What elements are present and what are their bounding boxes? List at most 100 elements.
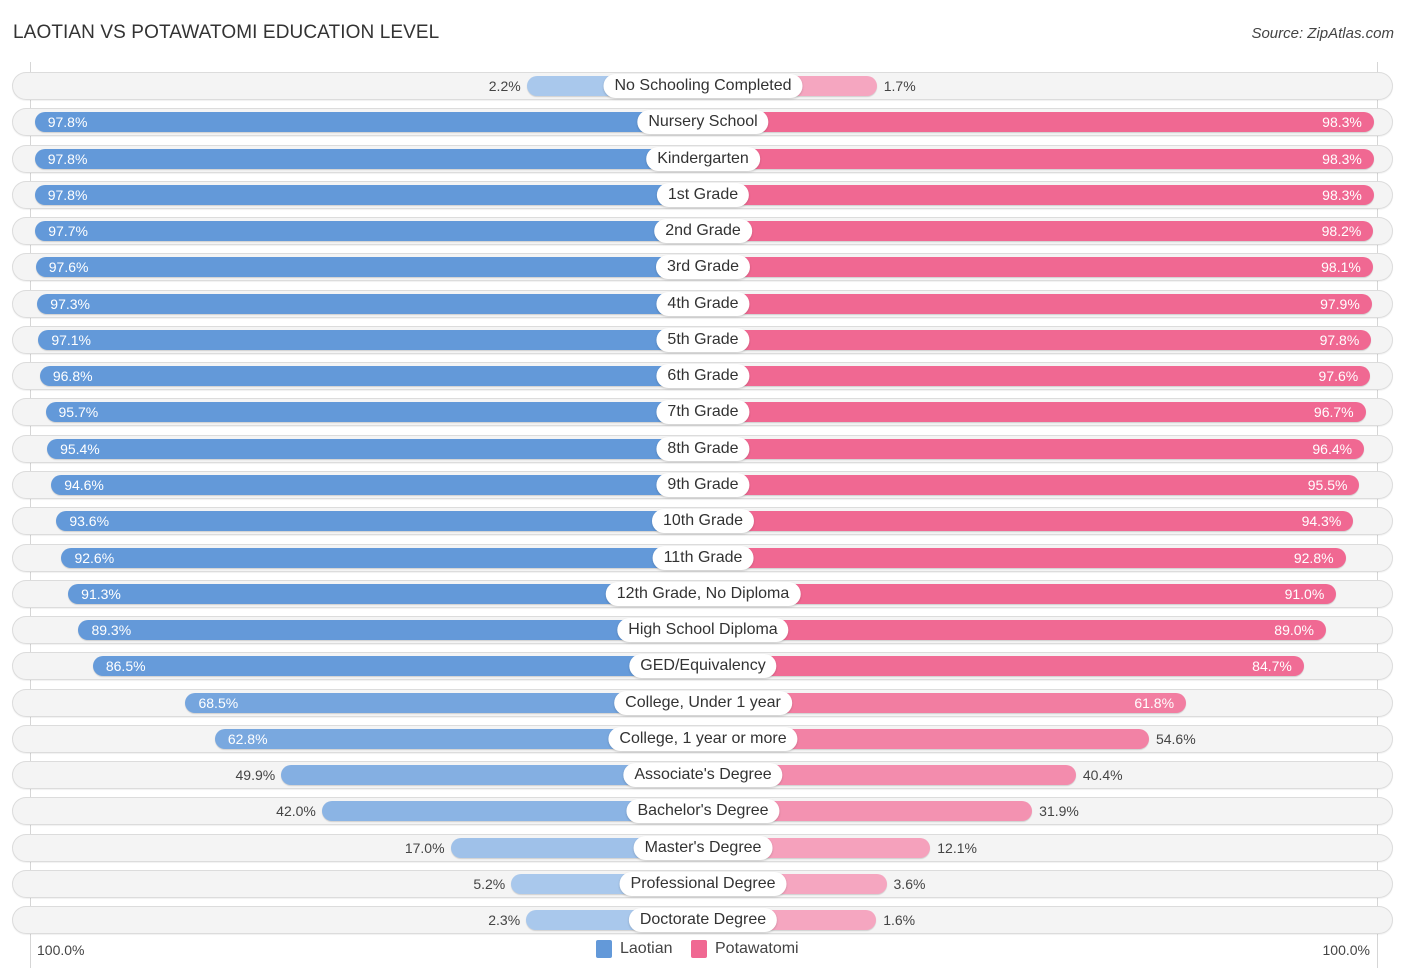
legend-item-laotian[interactable]: Laotian [596, 940, 673, 958]
bar-potawatomi[interactable] [703, 402, 1366, 423]
bar-laotian[interactable] [47, 438, 703, 459]
value-label-potawatomi: 1.6% [883, 912, 916, 929]
bar-potawatomi[interactable] [703, 293, 1372, 314]
category-label: 12th Grade, No Diploma [605, 581, 801, 606]
category-label: 3rd Grade [655, 255, 751, 280]
bar-potawatomi[interactable] [703, 221, 1374, 242]
bar-laotian[interactable] [78, 620, 703, 641]
source-credit: Source: ZipAtlas.com [1251, 25, 1394, 42]
value-label-potawatomi: 98.2% [1321, 223, 1362, 240]
bar-potawatomi[interactable] [703, 438, 1365, 459]
category-label: 9th Grade [656, 472, 750, 497]
value-label-potawatomi: 96.7% [1313, 404, 1354, 421]
value-label-laotian: 97.8% [47, 114, 88, 131]
value-label-potawatomi: 61.8% [1134, 694, 1175, 711]
category-label: 4th Grade [656, 291, 750, 316]
value-label-potawatomi: 91.0% [1284, 585, 1325, 602]
value-label-potawatomi: 97.9% [1320, 295, 1360, 312]
value-label-potawatomi: 98.3% [1322, 150, 1362, 167]
value-label-potawatomi: 97.6% [1318, 368, 1359, 385]
bar-potawatomi[interactable] [703, 184, 1374, 205]
value-label-laotian: 5.2% [473, 875, 506, 892]
category-label: 1st Grade [656, 182, 750, 207]
bar-potawatomi[interactable] [703, 474, 1360, 495]
value-label-potawatomi: 31.9% [1039, 803, 1079, 820]
value-label-potawatomi: 84.7% [1252, 658, 1292, 675]
value-label-potawatomi: 1.7% [883, 78, 916, 94]
category-label: 6th Grade [656, 364, 750, 389]
legend-label-laotian: Laotian [620, 940, 673, 957]
value-label-potawatomi: 98.3% [1322, 186, 1362, 203]
bar-laotian[interactable] [35, 221, 703, 242]
bar-laotian[interactable] [37, 293, 703, 314]
value-label-laotian: 62.8% [227, 730, 268, 747]
value-label-laotian: 97.1% [51, 331, 92, 348]
category-label: Professional Degree [619, 871, 787, 896]
category-label: College, 1 year or more [608, 726, 798, 751]
value-label-laotian: 42.0% [276, 803, 316, 820]
value-label-potawatomi: 89.0% [1274, 622, 1314, 639]
category-label: Bachelor's Degree [626, 799, 780, 824]
value-label-laotian: 97.6% [48, 259, 89, 276]
value-label-laotian: 97.8% [47, 186, 88, 203]
category-label: 5th Grade [656, 327, 750, 352]
value-label-laotian: 89.3% [91, 622, 132, 639]
bar-laotian[interactable] [39, 366, 703, 387]
legend-item-potawatomi[interactable]: Potawatomi [691, 940, 799, 958]
value-label-potawatomi: 3.6% [893, 875, 926, 892]
category-label: 2nd Grade [654, 219, 752, 244]
value-label-laotian: 97.7% [48, 223, 88, 240]
bar-laotian[interactable] [92, 656, 703, 677]
bar-laotian[interactable] [34, 148, 703, 169]
bar-potawatomi[interactable] [703, 620, 1326, 641]
value-label-laotian: 17.0% [404, 839, 445, 856]
bar-laotian[interactable] [34, 112, 703, 133]
category-label: 7th Grade [656, 400, 750, 425]
value-label-potawatomi: 98.1% [1321, 259, 1361, 276]
legend: Laotian Potawatomi [0, 940, 1406, 962]
bar-laotian[interactable] [38, 329, 703, 350]
category-label: 8th Grade [656, 436, 750, 461]
bar-laotian[interactable] [61, 547, 703, 568]
value-label-laotian: 92.6% [74, 549, 115, 566]
bar-potawatomi[interactable] [703, 329, 1372, 350]
category-label: College, Under 1 year [614, 690, 792, 715]
value-label-laotian: 93.6% [69, 513, 110, 530]
bar-laotian[interactable] [51, 474, 703, 495]
value-label-potawatomi: 97.8% [1319, 331, 1360, 348]
bar-potawatomi[interactable] [703, 511, 1354, 532]
value-label-laotian: 2.2% [488, 78, 521, 94]
value-label-potawatomi: 94.3% [1301, 513, 1342, 530]
legend-label-potawatomi: Potawatomi [715, 940, 799, 957]
value-label-potawatomi: 96.4% [1312, 440, 1353, 457]
value-label-potawatomi: 54.6% [1155, 730, 1196, 747]
value-label-laotian: 95.4% [60, 440, 100, 457]
bar-laotian[interactable] [45, 402, 703, 423]
value-label-laotian: 91.3% [81, 585, 121, 602]
value-label-laotian: 97.3% [50, 295, 90, 312]
bar-potawatomi[interactable] [703, 366, 1371, 387]
value-label-laotian: 95.7% [58, 404, 99, 421]
value-label-potawatomi: 98.3% [1322, 114, 1362, 131]
bar-potawatomi[interactable] [703, 112, 1374, 133]
bar-potawatomi[interactable] [703, 547, 1346, 568]
value-label-potawatomi: 12.1% [937, 839, 977, 856]
category-label: Kindergarten [646, 146, 760, 171]
value-label-potawatomi: 92.8% [1293, 549, 1334, 566]
category-label: High School Diploma [617, 618, 789, 643]
value-label-laotian: 2.3% [488, 912, 521, 929]
category-label: 11th Grade [652, 545, 754, 570]
bar-laotian[interactable] [34, 184, 703, 205]
bar-laotian[interactable] [56, 511, 703, 532]
value-label-laotian: 49.9% [235, 767, 276, 784]
value-label-potawatomi: 40.4% [1082, 767, 1123, 784]
value-label-potawatomi: 95.5% [1307, 476, 1348, 493]
legend-swatch-laotian [596, 940, 612, 958]
category-label: 10th Grade [651, 509, 755, 534]
bar-potawatomi[interactable] [703, 257, 1373, 278]
bar-potawatomi[interactable] [703, 148, 1374, 169]
value-label-laotian: 86.5% [105, 658, 146, 675]
category-label: Associate's Degree [623, 763, 783, 788]
bar-potawatomi[interactable] [703, 656, 1304, 677]
bar-laotian[interactable] [35, 257, 703, 278]
